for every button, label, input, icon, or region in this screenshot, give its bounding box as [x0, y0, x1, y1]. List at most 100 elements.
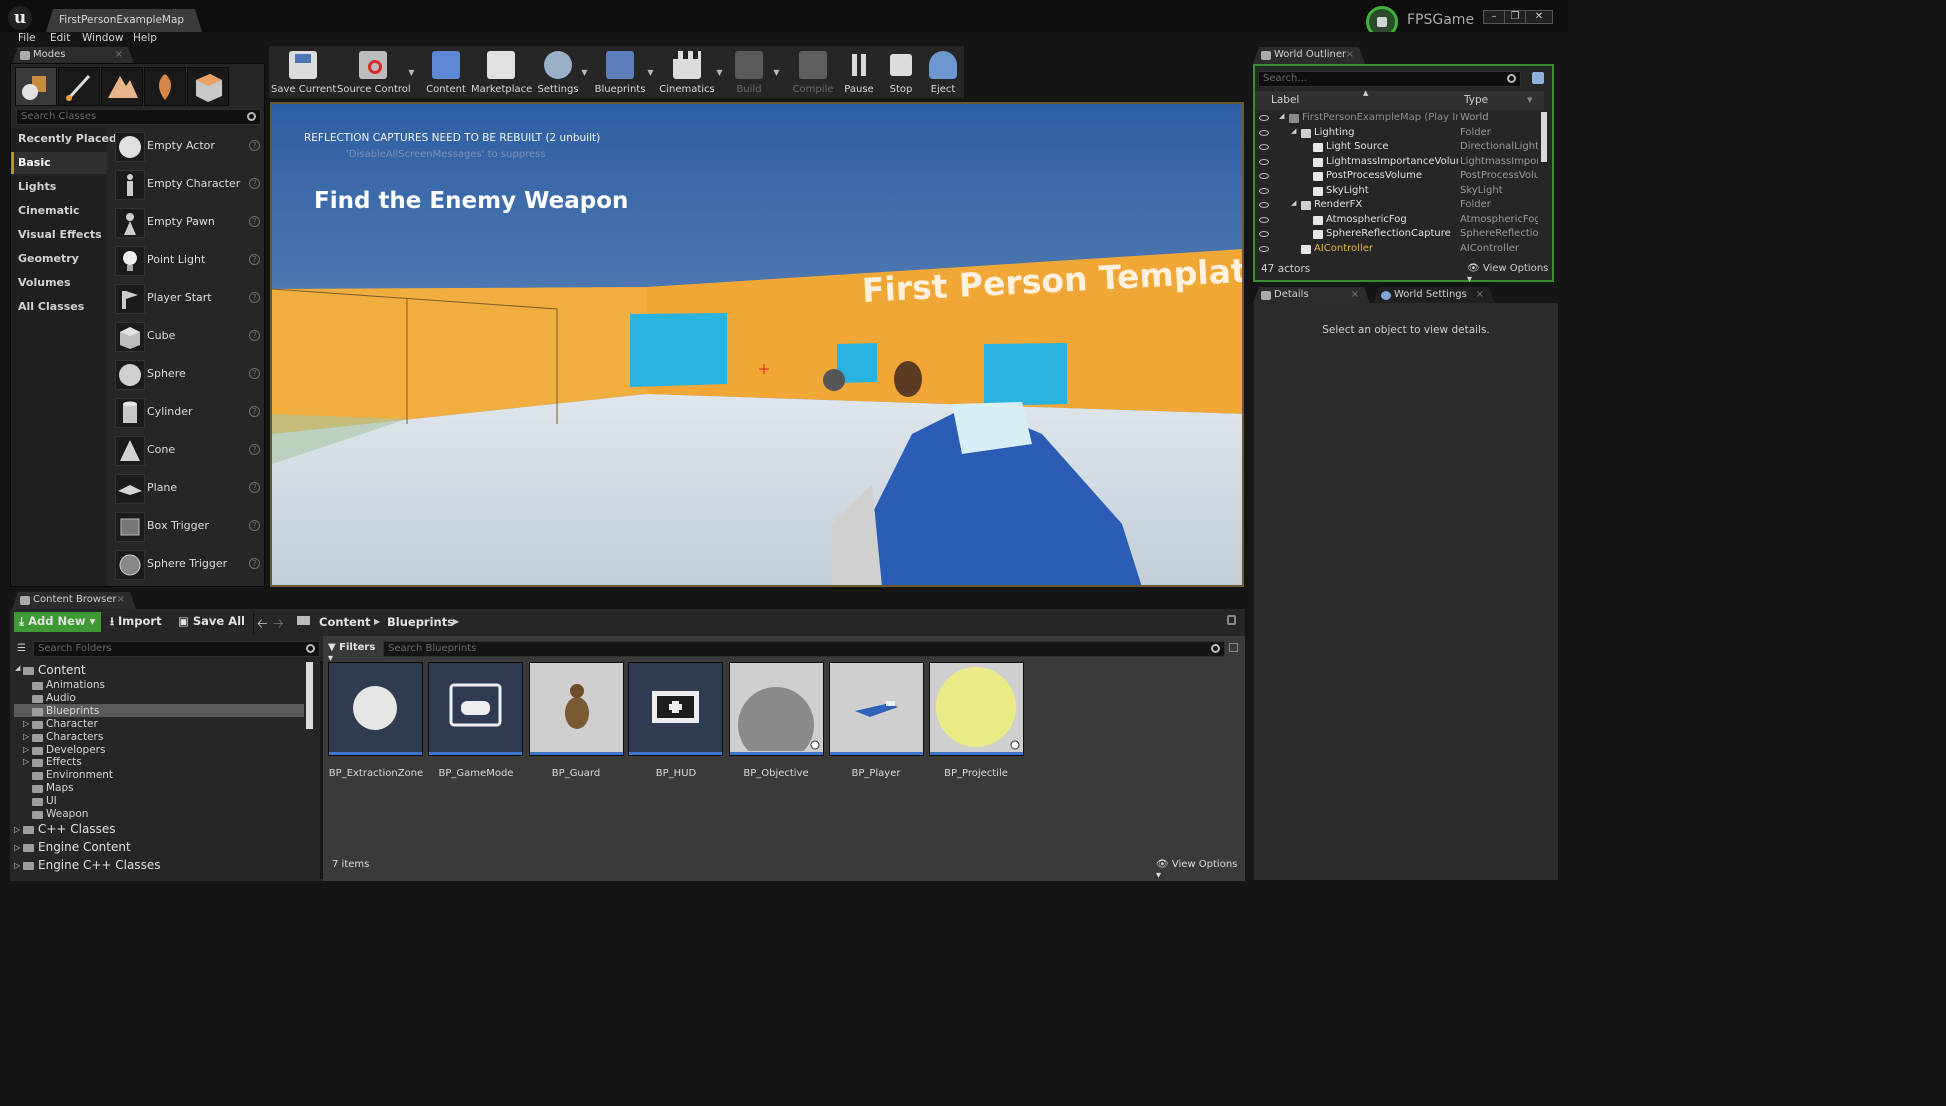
- expand-arrow-icon[interactable]: ▷: [14, 861, 20, 870]
- visibility-eye-icon[interactable]: [1259, 202, 1269, 208]
- expand-arrow-icon[interactable]: ◢: [15, 664, 20, 672]
- tree-root-item[interactable]: C++ Classes: [38, 822, 116, 836]
- tree-folder-item[interactable]: Weapon: [46, 808, 88, 820]
- actor-sphere[interactable]: Sphere?: [112, 357, 265, 393]
- help-icon[interactable]: ?: [249, 292, 260, 303]
- category-lights[interactable]: Lights: [18, 180, 56, 193]
- tree-folder-item[interactable]: Maps: [46, 782, 74, 794]
- help-icon[interactable]: ?: [249, 216, 260, 227]
- marketplace-button[interactable]: Marketplace: [471, 46, 532, 98]
- menu-window[interactable]: Window: [82, 32, 123, 44]
- asset-tile-bp-guard[interactable]: [529, 662, 624, 756]
- expand-arrow-icon[interactable]: ▷: [14, 825, 20, 834]
- landscape-mode-button[interactable]: [101, 67, 143, 106]
- tree-folder-item[interactable]: Blueprints: [46, 705, 99, 717]
- tree-folder-item[interactable]: Characters: [46, 731, 103, 743]
- outliner-row[interactable]: ◢ RenderFX Folder: [1255, 199, 1545, 213]
- content-button[interactable]: Content: [422, 46, 470, 98]
- expand-arrow-icon[interactable]: ▷: [14, 843, 20, 852]
- stop-button[interactable]: Stop: [881, 46, 921, 98]
- actor-plane[interactable]: Plane?: [112, 471, 265, 507]
- tab-world-outliner[interactable]: World Outliner ×: [1253, 47, 1365, 64]
- visibility-eye-icon[interactable]: [1259, 129, 1269, 136]
- minimize-icon[interactable]: –: [1483, 10, 1505, 24]
- actor-empty-actor[interactable]: Empty Actor?: [112, 129, 265, 165]
- save-current-button[interactable]: Save Current: [271, 46, 336, 98]
- expand-arrow-icon[interactable]: ◢: [1279, 112, 1284, 120]
- visibility-eye-icon[interactable]: [1259, 158, 1269, 165]
- help-icon[interactable]: ?: [249, 406, 260, 417]
- actor-cube[interactable]: Cube?: [112, 319, 265, 355]
- tree-root-item[interactable]: Engine Content: [38, 840, 131, 854]
- asset-tile-bp-player[interactable]: [829, 662, 924, 756]
- dropdown-arrow-icon[interactable]: ▼: [581, 68, 588, 77]
- visibility-eye-icon[interactable]: [1259, 187, 1269, 194]
- visibility-eye-icon[interactable]: [1259, 115, 1269, 121]
- tab-world-settings[interactable]: World Settings ×: [1373, 287, 1495, 304]
- close-tab-icon[interactable]: ×: [117, 594, 125, 605]
- filters-button[interactable]: ▼ Filters ▾: [328, 642, 380, 664]
- outliner-row[interactable]: ◢ FirstPersonExampleMap (Play In Editor)W…: [1255, 112, 1545, 126]
- expand-arrow-icon[interactable]: ◢: [1291, 199, 1296, 207]
- category-recently-placed[interactable]: Recently Placed: [18, 132, 117, 145]
- breadcrumb-content[interactable]: Content: [319, 615, 371, 635]
- asset-tile-bp-hud[interactable]: [628, 662, 723, 756]
- paint-mode-button[interactable]: [58, 67, 100, 106]
- maximize-icon[interactable]: ❐: [1504, 10, 1526, 24]
- view-options-button[interactable]: 👁 View Options ▾: [1467, 263, 1552, 285]
- column-label[interactable]: Label: [1271, 94, 1299, 106]
- outliner-row[interactable]: SphereReflectionCapture SphereReflectionC…: [1255, 228, 1545, 242]
- search-folders-input[interactable]: Search Folders: [33, 641, 320, 657]
- cb-view-options-button[interactable]: 👁 View Options ▾: [1156, 859, 1245, 881]
- outliner-row[interactable]: Light Source DirectionalLight: [1255, 141, 1545, 155]
- asset-tile-bp-projectile[interactable]: [929, 662, 1024, 756]
- close-tab-icon[interactable]: ×: [1476, 289, 1484, 300]
- help-icon[interactable]: ?: [249, 482, 260, 493]
- tree-folder-item[interactable]: Animations: [46, 679, 105, 691]
- actor-empty-character[interactable]: Empty Character?: [112, 167, 265, 203]
- dropdown-arrow-icon[interactable]: ▼: [716, 68, 723, 77]
- category-geometry[interactable]: Geometry: [18, 252, 79, 265]
- expand-arrow-icon[interactable]: ▷: [23, 757, 29, 766]
- actor-empty-pawn[interactable]: Empty Pawn?: [112, 205, 265, 241]
- outliner-row[interactable]: LightmassImportanceVolumeLightmassImport…: [1255, 156, 1545, 170]
- outliner-row[interactable]: ◢ Lighting Folder: [1255, 127, 1545, 141]
- expand-arrow-icon[interactable]: ▷: [23, 745, 29, 754]
- category-all-classes[interactable]: All Classes: [18, 300, 84, 313]
- tree-folder-item[interactable]: Character: [46, 718, 98, 730]
- dropdown-arrow-icon[interactable]: ▼: [773, 68, 780, 77]
- breadcrumb-blueprints[interactable]: Blueprints: [387, 615, 454, 635]
- help-icon[interactable]: ?: [249, 254, 260, 265]
- tab-content-browser[interactable]: Content Browser ×: [12, 592, 136, 609]
- close-tab-icon[interactable]: ×: [1351, 289, 1359, 300]
- place-mode-button[interactable]: [15, 67, 57, 106]
- actor-sphere-trigger[interactable]: Sphere Trigger?: [112, 547, 265, 583]
- breadcrumb-separator-icon[interactable]: ▶: [374, 617, 380, 626]
- folders-scrollbar[interactable]: [306, 662, 313, 729]
- save-search-icon[interactable]: [1229, 643, 1238, 652]
- outliner-row[interactable]: PostProcessVolume PostProcessVolume: [1255, 170, 1545, 184]
- outliner-scrollbar[interactable]: [1541, 112, 1547, 162]
- expand-arrow-icon[interactable]: ◢: [1291, 127, 1296, 135]
- add-filter-icon[interactable]: [1532, 72, 1544, 84]
- tree-root-item[interactable]: Engine C++ Classes: [38, 858, 160, 872]
- build-button[interactable]: Build ▼: [726, 46, 780, 98]
- geometry-edit-mode-button[interactable]: [187, 67, 229, 106]
- outliner-search-input[interactable]: Search...: [1258, 71, 1521, 87]
- forward-icon[interactable]: 🡢: [273, 615, 284, 637]
- search-blueprints-input[interactable]: Search Blueprints: [383, 641, 1225, 657]
- help-icon[interactable]: ?: [249, 330, 260, 341]
- import-button[interactable]: ⭳ Import: [110, 614, 170, 634]
- outliner-row[interactable]: AIController AIController: [1255, 243, 1545, 257]
- visibility-eye-icon[interactable]: [1259, 173, 1269, 179]
- actor-box-trigger[interactable]: Box Trigger?: [112, 509, 265, 545]
- source-control-button[interactable]: Source Control ▼: [337, 46, 415, 98]
- tree-folder-item[interactable]: Effects: [46, 756, 82, 768]
- visibility-eye-icon[interactable]: [1259, 216, 1269, 223]
- search-classes-input[interactable]: Search Classes: [16, 109, 261, 125]
- actor-point-light[interactable]: Point Light?: [112, 243, 265, 279]
- settings-button[interactable]: Settings ▼: [534, 46, 588, 98]
- menu-file[interactable]: File: [18, 32, 36, 44]
- outliner-row[interactable]: AtmosphericFog AtmosphericFog: [1255, 214, 1545, 228]
- compile-button[interactable]: Compile: [789, 46, 837, 98]
